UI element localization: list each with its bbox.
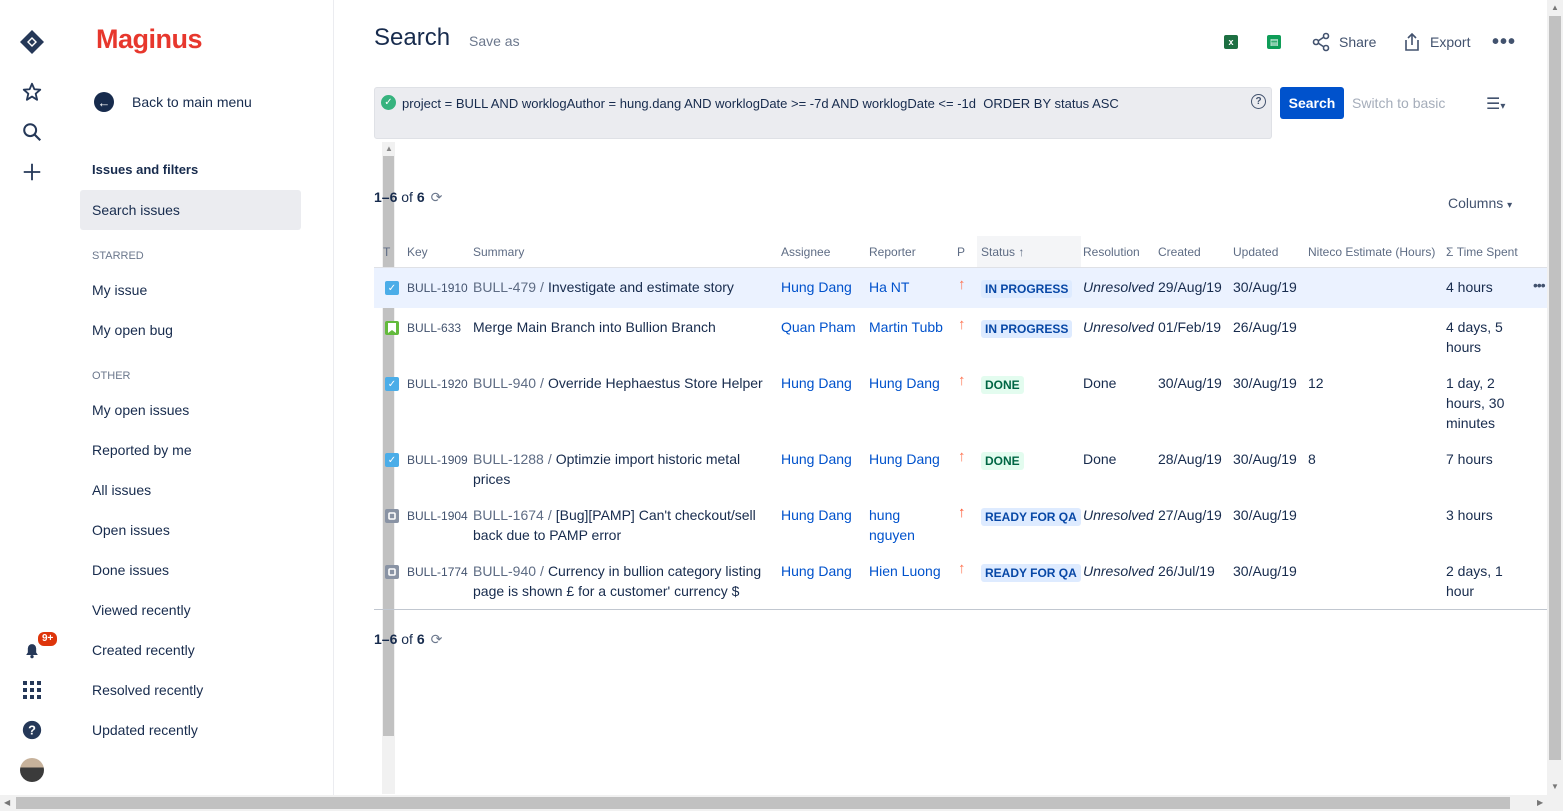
- notification-badge: 9+: [36, 630, 60, 648]
- sidebar-item-open-issues[interactable]: Open issues: [80, 510, 301, 550]
- search-icon[interactable]: [16, 116, 48, 148]
- subtask-icon: [385, 509, 399, 523]
- col-header-resolution[interactable]: Resolution: [1083, 236, 1140, 268]
- priority-high-icon: ↑: [958, 316, 966, 333]
- sidebar-item-my-open-issues[interactable]: My open issues: [80, 390, 301, 430]
- page-hscroll-thumb[interactable]: [16, 797, 1510, 809]
- maginus-logo: Maginus: [96, 24, 203, 54]
- sidebar-item-all-issues[interactable]: All issues: [80, 470, 301, 510]
- table-row[interactable]: ✓ BULL-1910 BULL-479/Investigate and est…: [374, 268, 1547, 308]
- share-label: Share: [1339, 34, 1377, 50]
- refresh-icon[interactable]: ⟳: [431, 631, 443, 647]
- sidebar-item-my-issue[interactable]: My issue: [80, 270, 301, 310]
- results-count-bottom: 1–6 of 6 ⟳: [374, 631, 443, 647]
- export-label: Export: [1430, 34, 1471, 50]
- jira-logo-icon[interactable]: [16, 26, 48, 58]
- help-question-icon[interactable]: ?: [1251, 94, 1266, 109]
- starred-header: STARRED: [92, 250, 144, 262]
- excel-icon: x: [1224, 35, 1238, 49]
- status-badge: IN PROGRESS: [981, 280, 1073, 298]
- story-icon: [385, 321, 399, 335]
- subtask-icon: [385, 565, 399, 579]
- page-horizontal-scrollbar[interactable]: ◀ ▶: [0, 795, 1563, 811]
- col-header-reporter[interactable]: Reporter: [869, 236, 916, 268]
- sidebar-item-created-recently[interactable]: Created recently: [80, 630, 301, 670]
- subtask-check-icon: ✓: [385, 377, 399, 391]
- back-to-main-menu-link[interactable]: ← Back to main menu: [94, 92, 252, 112]
- back-label: Back to main menu: [132, 94, 252, 110]
- sidebar-item-search-issues[interactable]: Search issues: [80, 190, 301, 230]
- create-plus-icon[interactable]: [16, 156, 48, 188]
- table-row[interactable]: BULL-1774 BULL-940/Currency in bullion c…: [374, 552, 1547, 609]
- export-button[interactable]: Export: [1402, 30, 1470, 54]
- row-actions-icon[interactable]: •••: [1533, 277, 1546, 293]
- project-sidebar: Maginus ← Back to main menu Issues and f…: [64, 0, 395, 795]
- sidebar-item-updated-recently[interactable]: Updated recently: [80, 710, 301, 750]
- priority-high-icon: ↑: [958, 372, 966, 389]
- status-badge: READY FOR QA: [981, 508, 1081, 526]
- jql-query-text: project = BULL AND worklogAuthor = hung.…: [402, 96, 1119, 111]
- sidebar-item-done-issues[interactable]: Done issues: [80, 550, 301, 590]
- priority-high-icon: ↑: [958, 560, 966, 577]
- subtask-check-icon: ✓: [385, 281, 399, 295]
- col-header-time-spent[interactable]: Σ Time Spent: [1446, 236, 1518, 268]
- col-header-key[interactable]: Key: [407, 236, 428, 268]
- priority-high-icon: ↑: [958, 448, 966, 465]
- sidebar-nav: Issues and filters Search issues STARRED…: [80, 150, 301, 750]
- sidebar-item-reported-by-me[interactable]: Reported by me: [80, 430, 301, 470]
- layout-menu-icon[interactable]: ☰▾: [1486, 94, 1505, 114]
- export-excel-button[interactable]: x: [1224, 30, 1238, 54]
- section-title: Issues and filters: [92, 162, 199, 177]
- col-header-estimate[interactable]: Niteco Estimate (Hours): [1308, 236, 1435, 268]
- app-switcher-grid-icon[interactable]: [16, 674, 48, 706]
- arrow-left-icon: ←: [94, 92, 114, 112]
- export-sheets-button[interactable]: ▤: [1267, 30, 1281, 54]
- user-avatar[interactable]: [16, 754, 48, 786]
- refresh-icon[interactable]: ⟳: [431, 189, 443, 205]
- subtask-check-icon: ✓: [385, 453, 399, 467]
- table-row[interactable]: BULL-1904 BULL-1674/[Bug][PAMP] Can't ch…: [374, 496, 1547, 552]
- col-header-updated[interactable]: Updated: [1233, 236, 1278, 268]
- priority-highest-icon: ↑: [958, 504, 966, 521]
- sheets-icon: ▤: [1267, 35, 1281, 49]
- status-badge: IN PROGRESS: [981, 320, 1073, 338]
- valid-check-icon: ✓: [381, 95, 396, 110]
- more-actions-icon[interactable]: •••: [1492, 30, 1516, 54]
- share-icon: [1312, 32, 1330, 52]
- svg-text:?: ?: [28, 723, 36, 738]
- status-badge: DONE: [981, 452, 1024, 470]
- table-row[interactable]: BULL-633 Merge Main Branch into Bullion …: [374, 308, 1547, 364]
- star-icon[interactable]: [16, 76, 48, 108]
- other-header: OTHER: [92, 370, 131, 382]
- results-count-top: 1–6 of 6 ⟳: [374, 189, 443, 205]
- sidebar-item-my-open-bug[interactable]: My open bug: [80, 310, 301, 350]
- priority-high-icon: ↑: [958, 276, 966, 293]
- page-title: Search: [374, 24, 451, 51]
- save-as-button[interactable]: Save as: [469, 33, 520, 49]
- col-header-status[interactable]: Status ↑: [977, 236, 1081, 268]
- main-content: Search Save as x ▤ Share Export ••• ✓ pr…: [334, 0, 1547, 795]
- page-scroll-thumb[interactable]: [1549, 16, 1561, 760]
- col-header-summary[interactable]: Summary: [473, 236, 524, 268]
- columns-dropdown[interactable]: Columns ▾: [1448, 195, 1512, 211]
- table-row[interactable]: ✓ BULL-1920 BULL-940/Override Hephaestus…: [374, 364, 1547, 440]
- switch-to-basic-link[interactable]: Switch to basic: [1352, 95, 1445, 111]
- status-badge: READY FOR QA: [981, 564, 1081, 582]
- jql-query-input[interactable]: ✓ project = BULL AND worklogAuthor = hun…: [374, 87, 1272, 139]
- col-header-assignee[interactable]: Assignee: [781, 236, 830, 268]
- search-button[interactable]: Search: [1280, 87, 1344, 119]
- col-header-type[interactable]: T: [383, 236, 390, 268]
- sidebar-item-resolved-recently[interactable]: Resolved recently: [80, 670, 301, 710]
- sort-asc-icon: ↑: [1018, 245, 1025, 259]
- export-icon: [1405, 32, 1419, 51]
- sidebar-item-viewed-recently[interactable]: Viewed recently: [80, 590, 301, 630]
- table-row[interactable]: ✓ BULL-1909 BULL-1288/Optimzie import hi…: [374, 440, 1547, 496]
- col-header-created[interactable]: Created: [1158, 236, 1201, 268]
- help-icon[interactable]: ?: [16, 714, 48, 746]
- status-badge: DONE: [981, 376, 1024, 394]
- global-nav: 9+ ?: [0, 0, 65, 795]
- page-vertical-scrollbar[interactable]: ▲ ▼: [1547, 0, 1563, 795]
- share-button[interactable]: Share: [1311, 30, 1376, 54]
- col-header-priority[interactable]: P: [957, 236, 965, 268]
